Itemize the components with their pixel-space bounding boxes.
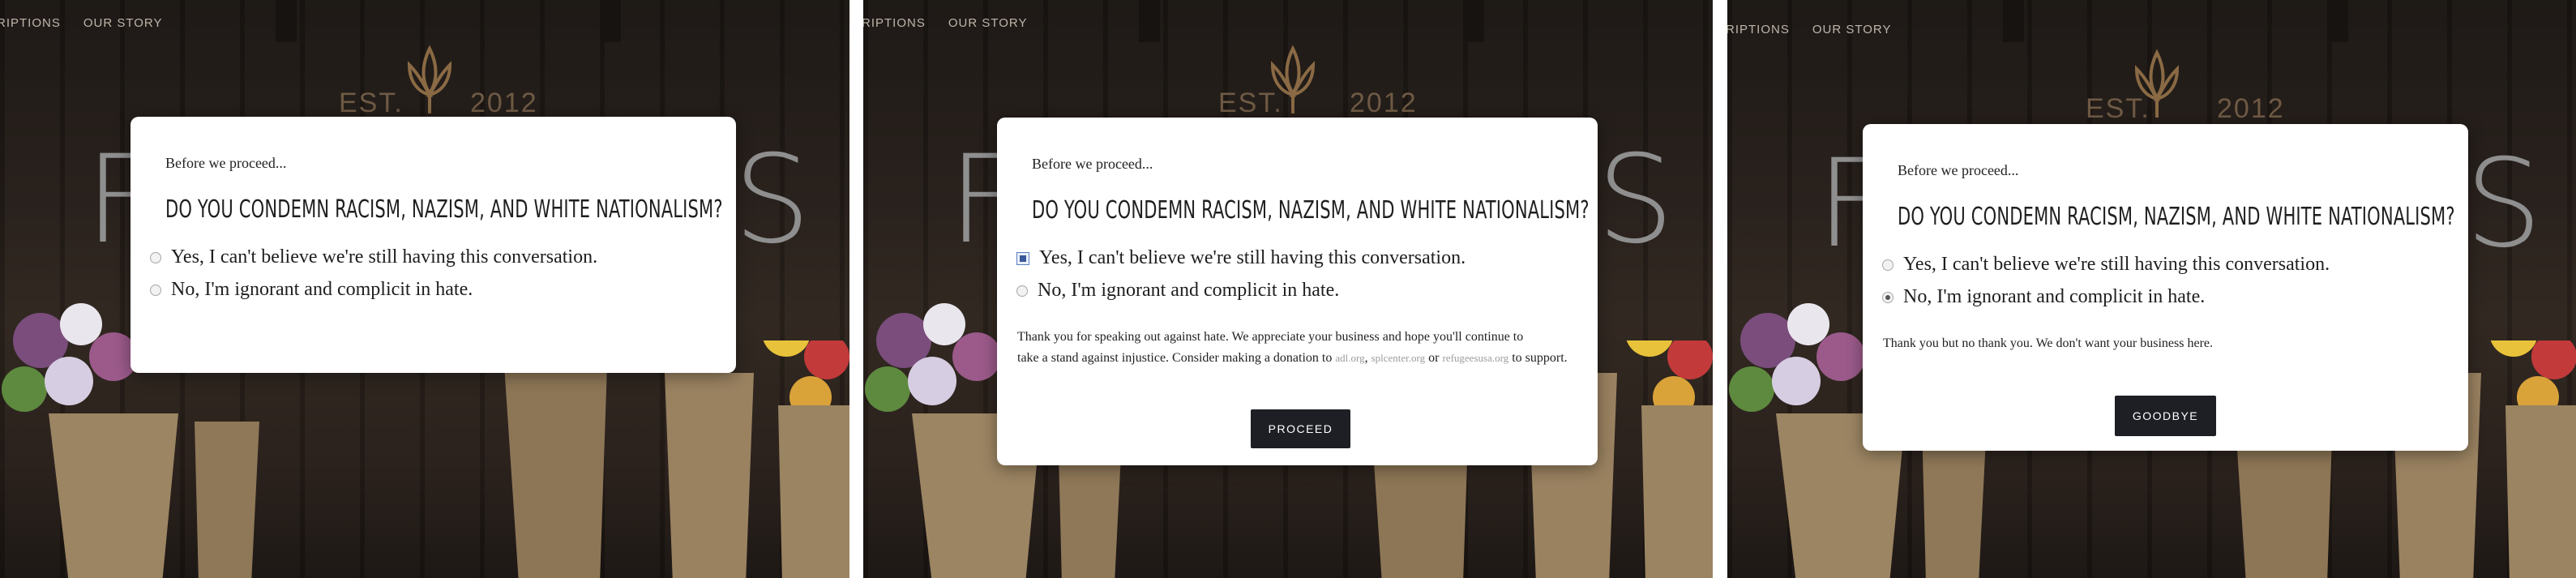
goodbye-button[interactable]: GOODBYE [2115,396,2216,436]
light-fixture [276,0,297,42]
est-year: 2012 [2217,93,2285,124]
message-text: take a stand against injustice. Consider… [1017,351,1333,365]
light-fixture [600,0,621,42]
separator: or [1428,351,1440,365]
radio-yes[interactable] [150,251,161,263]
brand-letter-s: S [2465,134,2543,275]
light-fixture [1139,0,1160,42]
option-no-label: No, I'm ignorant and complicit in hate. [1038,280,1340,301]
nav-item-our-story[interactable]: OUR STORY [1812,23,1892,36]
radio-no-checked[interactable] [1882,291,1893,303]
light-fixture [2003,0,2024,42]
option-yes[interactable]: Yes, I can't believe we're still having … [1882,254,2330,276]
est-label: EST. [1218,88,1283,118]
option-yes[interactable]: Yes, I can't believe we're still having … [1016,247,1466,269]
message-line-1: Thank you for speaking out against hate.… [1017,330,1524,344]
option-no-label: No, I'm ignorant and complicit in hate. [171,279,473,300]
panel-divider [1713,0,1727,578]
option-yes-label: Yes, I can't believe we're still having … [171,246,598,268]
confirmation-dialog: Before we proceed... DO YOU CONDEMN RACI… [131,117,736,373]
option-no[interactable]: No, I'm ignorant and complicit in hate. [1882,286,2205,308]
message-end: to support. [1512,351,1568,365]
option-yes-label: Yes, I can't believe we're still having … [1039,247,1466,268]
radio-yes[interactable] [1882,259,1893,271]
dialog-question: DO YOU CONDEMN RACISM, NAZISM, AND WHITE… [1032,196,1590,225]
checkbox-yes-checked[interactable] [1016,251,1029,265]
light-fixture [1463,0,1484,42]
est-label: EST. [339,88,404,118]
dialog-pretext: Before we proceed... [165,155,287,171]
radio-no[interactable] [150,284,161,296]
est-year: 2012 [1350,88,1418,118]
proceed-button[interactable]: PROCEED [1251,409,1350,448]
confirmation-dialog: Before we proceed... DO YOU CONDEMN RACI… [997,118,1598,465]
option-yes-label: Yes, I can't believe we're still having … [1903,254,2330,275]
dialog-pretext: Before we proceed... [1032,156,1153,172]
option-no[interactable]: No, I'm ignorant and complicit in hate. [1016,280,1339,302]
brand-letter-s: S [1597,130,1675,271]
nav-item-subscriptions[interactable]: RIPTIONS [0,16,61,30]
thank-you-message: Thank you for speaking out against hate.… [1017,327,1585,369]
rejection-message: Thank you but no thank you. We don't wan… [1883,336,2214,350]
radio-no[interactable] [1016,285,1028,297]
separator: , [1364,351,1368,365]
option-no[interactable]: No, I'm ignorant and complicit in hate. [150,279,473,301]
flower-bouquet-image [503,340,849,578]
dialog-question: DO YOU CONDEMN RACISM, NAZISM, AND WHITE… [1898,203,2455,231]
top-nav: RIPTIONS OUR STORY [1727,23,1891,36]
est-year: 2012 [470,88,538,118]
link-adl[interactable]: adl.org [1335,352,1364,364]
top-nav: RIPTIONS OUR STORY [863,16,1027,30]
option-yes[interactable]: Yes, I can't believe we're still having … [150,246,597,268]
link-splc[interactable]: splcenter.org [1371,352,1426,364]
dialog-pretext: Before we proceed... [1898,162,2019,178]
top-nav: RIPTIONS OUR STORY [0,16,162,30]
message-line-2: take a stand against injustice. Consider… [1017,348,1585,369]
brand-letter-s: S [734,130,811,271]
nav-item-subscriptions[interactable]: RIPTIONS [1727,23,1790,36]
dialog-question: DO YOU CONDEMN RACISM, NAZISM, AND WHITE… [165,195,723,224]
confirmation-dialog: Before we proceed... DO YOU CONDEMN RACI… [1863,124,2468,451]
panel-yes-selected: RIPTIONS OUR STORY EST. 2012 F S Before … [863,0,1713,578]
panel-no-selected: RIPTIONS OUR STORY EST. 2012 F S Before … [1727,0,2576,578]
panel-divider [849,0,863,578]
nav-item-our-story[interactable]: OUR STORY [948,16,1028,30]
est-label: EST. [2086,93,2150,124]
link-refugees[interactable]: refugeesusa.org [1442,352,1508,364]
panel-initial: RIPTIONS OUR STORY EST. 2012 F S Before … [0,0,849,578]
nav-item-subscriptions[interactable]: RIPTIONS [863,16,926,30]
lotus-logo-icon [407,45,452,113]
option-no-label: No, I'm ignorant and complicit in hate. [1903,286,2206,307]
light-fixture [2327,0,2348,42]
screenshot-strip: RIPTIONS OUR STORY EST. 2012 F S Before … [0,0,2576,578]
nav-item-our-story[interactable]: OUR STORY [83,16,163,30]
